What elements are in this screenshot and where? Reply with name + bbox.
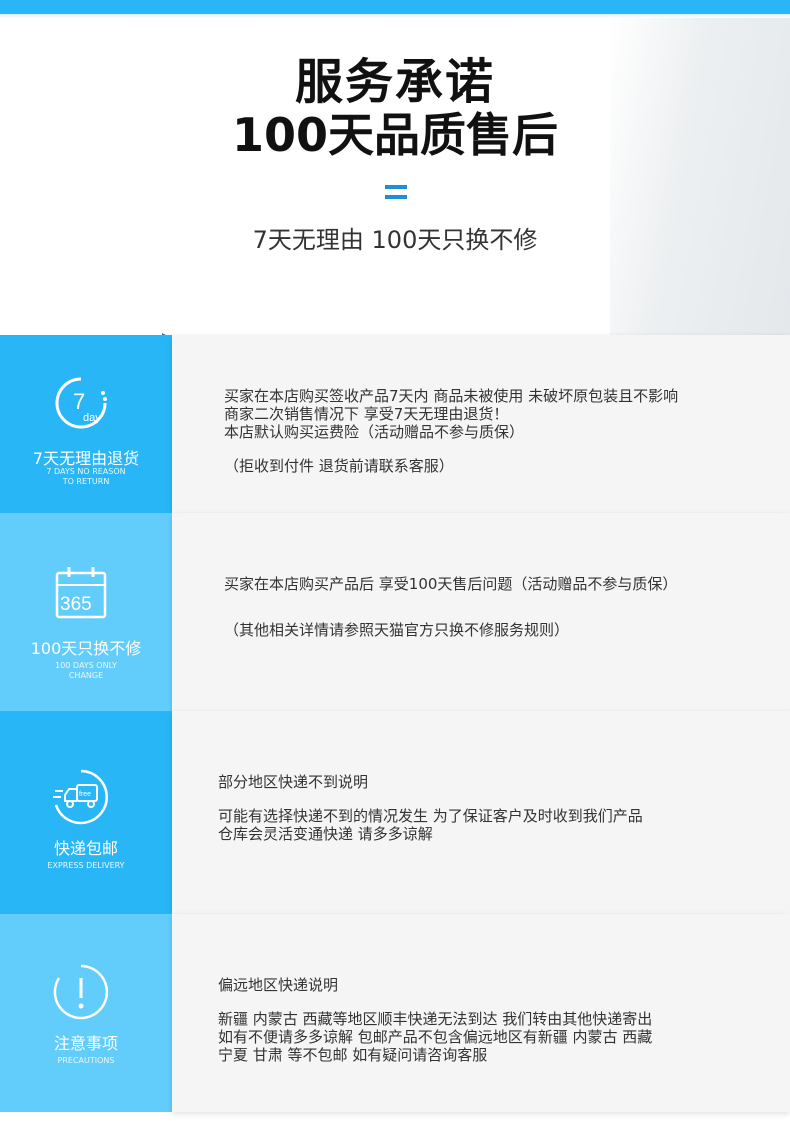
icon-unit: day [83, 412, 101, 424]
content-heading: 偏远地区快递说明 [218, 976, 339, 994]
top-accent-bar [0, 0, 790, 14]
section-badge: 7 day 7天无理由退货 7 DAYS NO REASON TO RETURN [0, 335, 172, 513]
content-note: （拒收到付件 退货前请联系客服） [224, 457, 454, 475]
section-label: 快递包邮 [53, 839, 118, 858]
section-content: 部分地区快递不到说明 可能有选择快递不到的情况发生 为了保证客户及时收到我们产品… [172, 711, 790, 914]
content-line: 商家二次销售情况下 享受7天无理由退货！ [224, 405, 509, 423]
section-express-delivery: free 快递包邮 EXPRESS DELIVERY 部分地区快递不到说明 可能… [0, 711, 790, 914]
page-title: 服务承诺 [294, 54, 495, 110]
section-label: 100天只换不修 [30, 639, 142, 658]
section-content: 买家在本店购买签收产品7天内 商品未被使用 未破坏原包装且不影响 商家二次销售情… [172, 335, 790, 513]
page-header: 服务承诺 100天品质售后 [0, 55, 790, 161]
content-line: 买家在本店购买产品后 享受100天售后问题（活动赠品不参与质保） [224, 575, 678, 593]
section-label-en: PRECAUTIONS [57, 1056, 115, 1065]
section-7day-return: 7 day 7天无理由退货 7 DAYS NO REASON TO RETURN… [0, 335, 790, 513]
exclamation-icon [53, 964, 109, 1020]
equals-divider-icon [385, 185, 407, 199]
section-label-en: EXPRESS DELIVERY [47, 861, 125, 870]
page-title-sub: 100天品质售后 [231, 108, 559, 162]
icon-number: 7 [73, 389, 85, 414]
content-line: 如有不便请多多谅解 包邮产品不包含偏远地区有新疆 内蒙古 西藏 [218, 1028, 653, 1046]
content-line: 新疆 内蒙古 西藏等地区顺丰快递无法到达 我们转由其他快递寄出 [218, 1010, 653, 1028]
icon-free-text: free [79, 791, 91, 798]
section-label-en-2: TO RETURN [62, 477, 110, 486]
content-note: （其他相关详情请参照天猫官方只换不修服务规则） [224, 621, 570, 639]
icon-number: 365 [60, 594, 92, 615]
content-line: 宁夏 甘肃 等不包邮 如有疑问请咨询客服 [218, 1046, 488, 1064]
page-subtitle: 7天无理由 100天只换不修 [252, 226, 538, 254]
section-badge: 注意事项 PRECAUTIONS [0, 914, 172, 1112]
section-badge: free 快递包邮 EXPRESS DELIVERY [0, 711, 172, 914]
section-content: 偏远地区快递说明 新疆 内蒙古 西藏等地区顺丰快递无法到达 我们转由其他快递寄出… [172, 914, 790, 1112]
section-label: 7天无理由退货 [32, 449, 140, 468]
content-line: 可能有选择快递不到的情况发生 为了保证客户及时收到我们产品 [218, 807, 643, 825]
section-label-en-2: CHANGE [68, 671, 104, 680]
content-line: 仓库会灵活变通快递 请多多谅解 [218, 825, 433, 843]
section-label-en: 100 DAYS ONLY [55, 661, 117, 670]
content-heading: 部分地区快递不到说明 [218, 773, 369, 791]
section-precautions: 注意事项 PRECAUTIONS 偏远地区快递说明 新疆 内蒙古 西藏等地区顺丰… [0, 914, 790, 1112]
content-line: 本店默认购买运费险（活动赠品不参与质保） [224, 423, 525, 441]
7-day-icon: 7 day [55, 377, 107, 429]
section-badge: 365 100天只换不修 100 DAYS ONLY CHANGE [0, 513, 172, 711]
content-line: 买家在本店购买签收产品7天内 商品未被使用 未破坏原包装且不影响 [224, 387, 679, 405]
section-label: 注意事项 [53, 1034, 118, 1053]
calendar-icon: 365 [55, 567, 107, 619]
section-100day-change: 365 100天只换不修 100 DAYS ONLY CHANGE 买家在本店购… [0, 513, 790, 711]
section-label-en: 7 DAYS NO REASON [46, 467, 126, 476]
service-sections: 7 day 7天无理由退货 7 DAYS NO REASON TO RETURN… [0, 333, 790, 1112]
section-content: 买家在本店购买产品后 享受100天售后问题（活动赠品不参与质保） （其他相关详情… [172, 513, 790, 711]
delivery-truck-icon: free [53, 769, 108, 825]
